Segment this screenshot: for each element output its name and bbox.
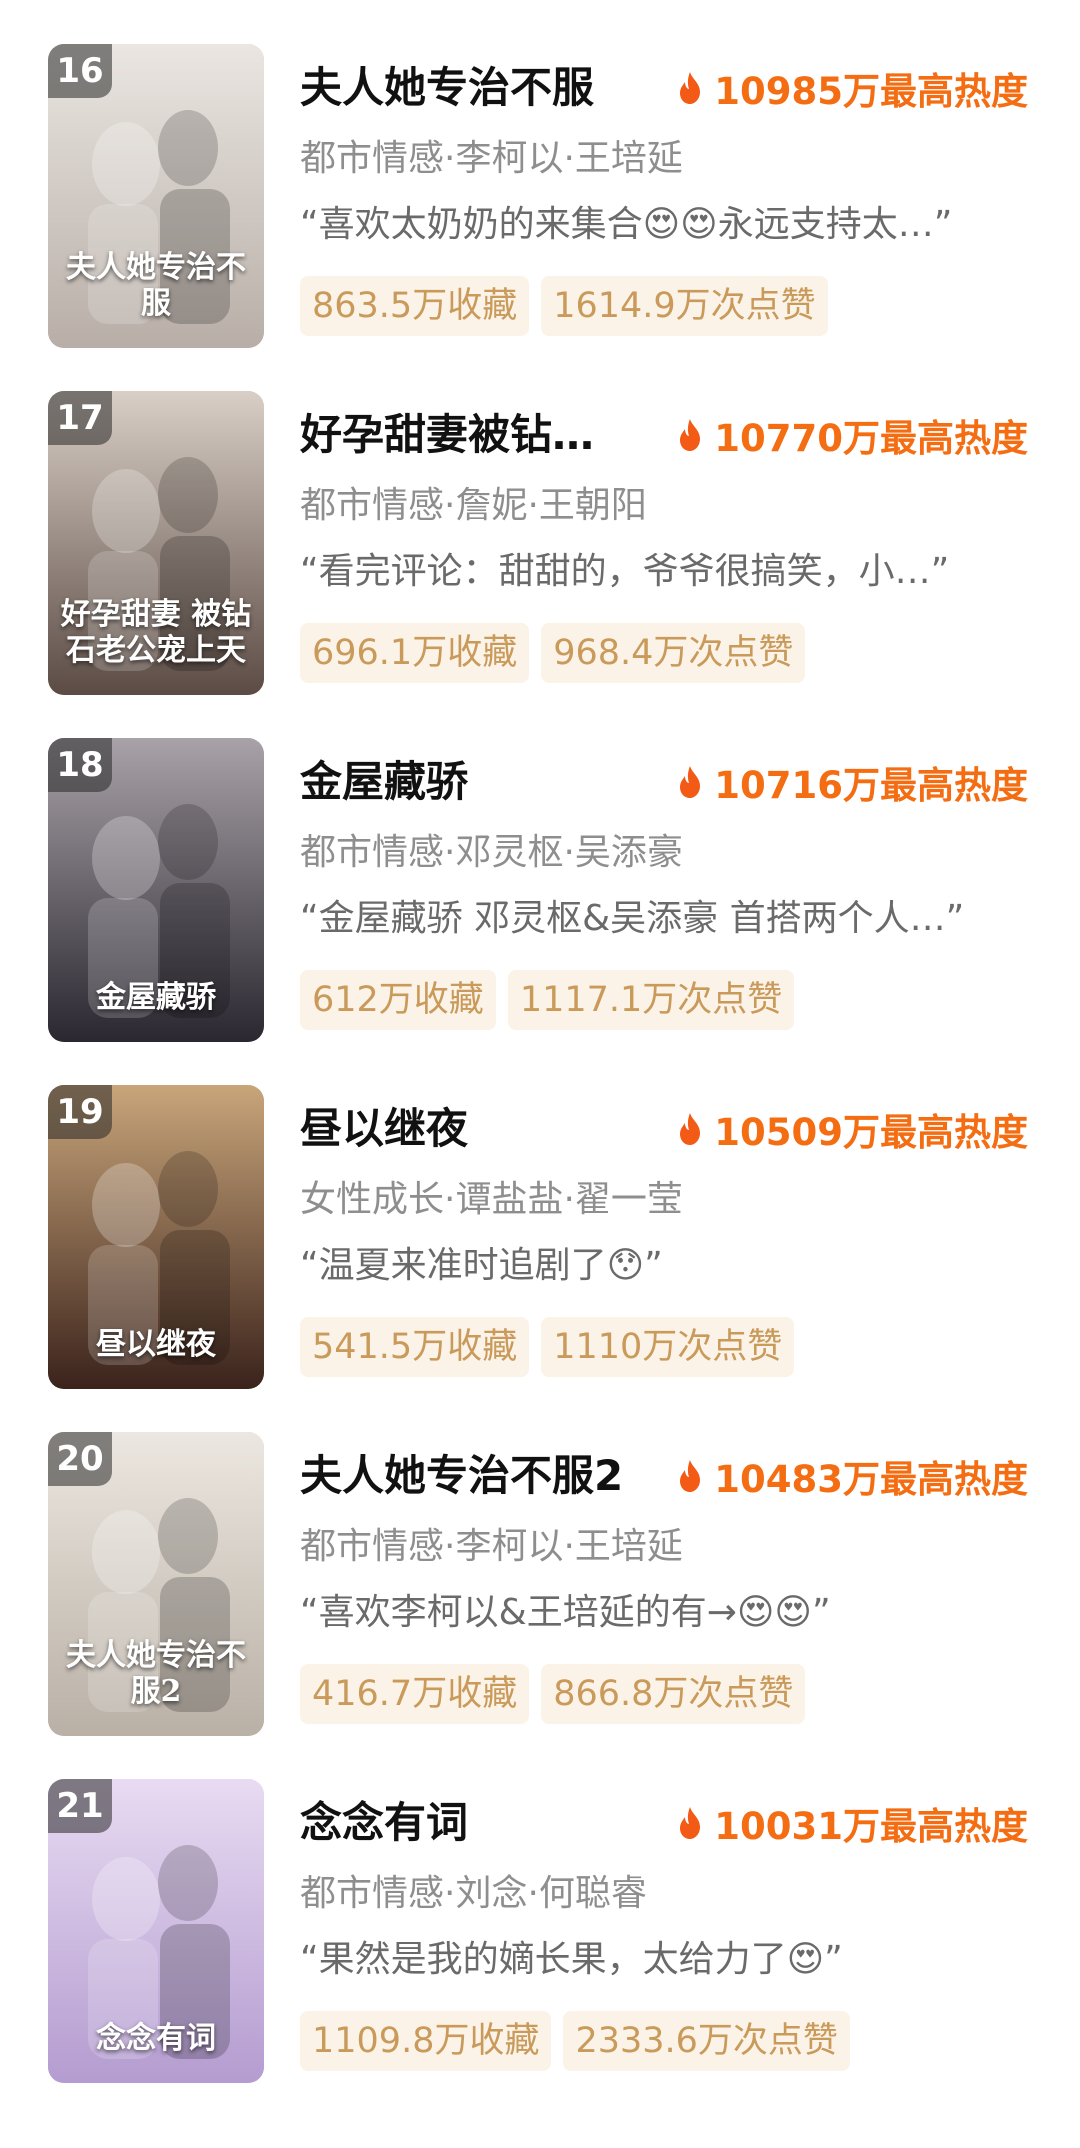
comment-quote: “温夏来准时追剧了😯” xyxy=(300,1245,663,1286)
heat-indicator: 10509万最高热度 xyxy=(676,1099,1028,1159)
likes-count: 2333.6万次点赞 xyxy=(563,2011,850,2071)
rank-badge: 18 xyxy=(48,738,112,792)
comment-quote: “喜欢李柯以&王培延的有→😍😍” xyxy=(300,1592,831,1633)
rank-badge: 21 xyxy=(48,1779,112,1833)
favorites-count: 541.5万收藏 xyxy=(300,1317,530,1377)
flame-icon xyxy=(680,1807,701,1839)
drama-list-item[interactable]: 夫人她专治不服2 20 夫人她专治不服2 10483万最高热度 都市情感·李柯以… xyxy=(0,1432,1080,1762)
drama-title[interactable]: 念念有词 xyxy=(300,1793,640,1853)
drama-title[interactable]: 昼以继夜 xyxy=(300,1099,640,1159)
likes-count: 866.8万次点赞 xyxy=(541,1664,806,1724)
drama-list-item[interactable]: 好孕甜妻 被钻石老公宠上天 17 好孕甜妻被钻… 10770万最高热度 都市情感… xyxy=(0,391,1080,721)
likes-count: 1117.1万次点赞 xyxy=(507,970,795,1030)
drama-title[interactable]: 夫人她专治不服 xyxy=(300,58,640,118)
poster-title: 夫人她专治不服2 xyxy=(66,1638,246,1709)
drama-poster[interactable]: 念念有词 21 xyxy=(48,1779,264,2083)
heat-indicator: 10031万最高热度 xyxy=(676,1793,1028,1853)
poster-title: 金屋藏骄 xyxy=(96,980,216,1015)
favorites-count: 612万收藏 xyxy=(300,970,496,1030)
heat-indicator: 10716万最高热度 xyxy=(676,752,1028,812)
genre-cast-line: 都市情感·邓灵枢·吴添豪 xyxy=(300,832,683,873)
drama-poster[interactable]: 夫人她专治不服2 20 xyxy=(48,1432,264,1736)
heat-value: 10985万最高热度 xyxy=(714,70,1028,113)
stats-tags: 863.5万收藏 1614.9万次点赞 xyxy=(300,276,828,336)
rank-badge: 16 xyxy=(48,44,112,98)
genre-cast-line: 都市情感·刘念·何聪睿 xyxy=(300,1873,647,1914)
heat-value: 10509万最高热度 xyxy=(714,1111,1028,1154)
drama-ranking-list: 夫人她专治不服 16 夫人她专治不服 10985万最高热度 都市情感·李柯以·王… xyxy=(0,0,1080,2148)
heat-indicator: 10483万最高热度 xyxy=(676,1446,1028,1506)
genre-cast-line: 都市情感·詹妮·王朝阳 xyxy=(300,485,647,526)
comment-quote: “金屋藏骄 邓灵枢&吴添豪 首搭两个人…” xyxy=(300,898,965,939)
flame-icon xyxy=(680,72,701,104)
heat-indicator: 10985万最高热度 xyxy=(676,58,1028,118)
flame-icon xyxy=(680,766,701,798)
poster-title: 昼以继夜 xyxy=(96,1327,216,1362)
drama-poster[interactable]: 夫人她专治不服 16 xyxy=(48,44,264,348)
genre-cast-line: 女性成长·谭盐盐·翟一莹 xyxy=(300,1179,683,1220)
comment-quote: “喜欢太奶奶的来集合😍😍永远支持太…” xyxy=(300,204,953,245)
stats-tags: 541.5万收藏 1110万次点赞 xyxy=(300,1317,795,1377)
genre-cast-line: 都市情感·李柯以·王培延 xyxy=(300,1526,683,1567)
stats-tags: 612万收藏 1117.1万次点赞 xyxy=(300,970,795,1030)
favorites-count: 1109.8万收藏 xyxy=(300,2011,552,2071)
favorites-count: 416.7万收藏 xyxy=(300,1664,530,1724)
heat-value: 10770万最高热度 xyxy=(714,417,1028,460)
stats-tags: 1109.8万收藏 2333.6万次点赞 xyxy=(300,2011,850,2071)
poster-title: 好孕甜妻 被钻石老公宠上天 xyxy=(60,597,252,668)
stats-tags: 696.1万收藏 968.4万次点赞 xyxy=(300,623,806,683)
heat-value: 10716万最高热度 xyxy=(714,764,1028,807)
likes-count: 968.4万次点赞 xyxy=(541,623,806,683)
drama-poster[interactable]: 好孕甜妻 被钻石老公宠上天 17 xyxy=(48,391,264,695)
genre-cast-line: 都市情感·李柯以·王培延 xyxy=(300,138,683,179)
drama-list-item[interactable]: 昼以继夜 19 昼以继夜 10509万最高热度 女性成长·谭盐盐·翟一莹 “温夏… xyxy=(0,1085,1080,1415)
rank-badge: 17 xyxy=(48,391,112,445)
poster-title: 念念有词 xyxy=(96,2021,216,2056)
poster-title: 夫人她专治不服 xyxy=(66,250,246,321)
heat-value: 10483万最高热度 xyxy=(714,1458,1028,1501)
rank-badge: 20 xyxy=(48,1432,112,1486)
stats-tags: 416.7万收藏 866.8万次点赞 xyxy=(300,1664,806,1724)
likes-count: 1110万次点赞 xyxy=(541,1317,795,1377)
drama-list-item[interactable]: 念念有词 21 念念有词 10031万最高热度 都市情感·刘念·何聪睿 “果然是… xyxy=(0,1779,1080,2109)
drama-poster[interactable]: 金屋藏骄 18 xyxy=(48,738,264,1042)
rank-badge: 19 xyxy=(48,1085,112,1139)
comment-quote: “看完评论：甜甜的，爷爷很搞笑，小…” xyxy=(300,551,950,592)
flame-icon xyxy=(680,419,701,451)
drama-title[interactable]: 夫人她专治不服2 xyxy=(300,1446,640,1506)
heat-value: 10031万最高热度 xyxy=(714,1805,1028,1848)
heat-indicator: 10770万最高热度 xyxy=(676,405,1028,465)
favorites-count: 696.1万收藏 xyxy=(300,623,530,683)
flame-icon xyxy=(680,1113,701,1145)
drama-title[interactable]: 金屋藏骄 xyxy=(300,752,640,812)
drama-title[interactable]: 好孕甜妻被钻… xyxy=(300,405,640,465)
likes-count: 1614.9万次点赞 xyxy=(541,276,828,336)
drama-list-item[interactable]: 夫人她专治不服 16 夫人她专治不服 10985万最高热度 都市情感·李柯以·王… xyxy=(0,44,1080,374)
favorites-count: 863.5万收藏 xyxy=(300,276,530,336)
drama-list-item[interactable]: 金屋藏骄 18 金屋藏骄 10716万最高热度 都市情感·邓灵枢·吴添豪 “金屋… xyxy=(0,738,1080,1068)
flame-icon xyxy=(680,1460,701,1492)
drama-poster[interactable]: 昼以继夜 19 xyxy=(48,1085,264,1389)
comment-quote: “果然是我的嫡长果，太给力了😍” xyxy=(300,1939,843,1980)
